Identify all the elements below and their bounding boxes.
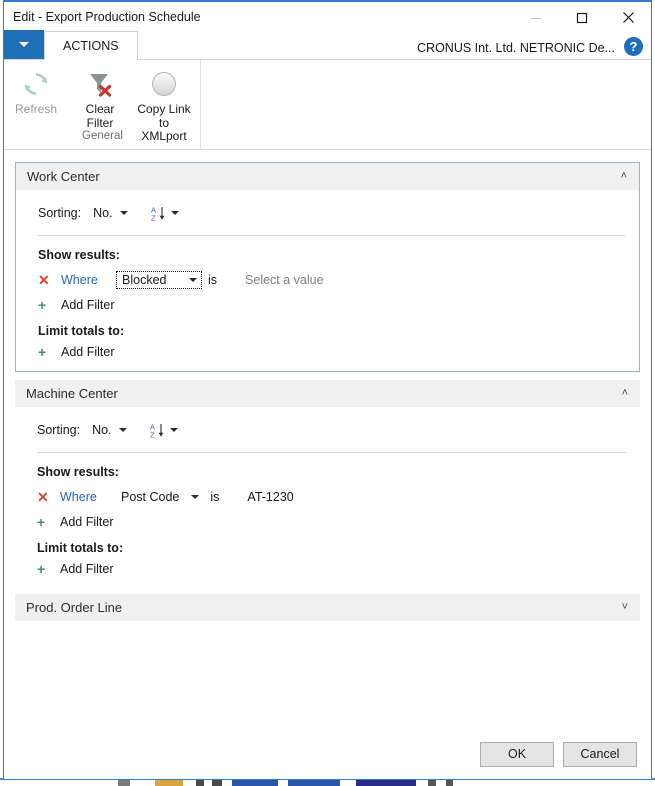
refresh-icon xyxy=(21,67,51,101)
section-title: Machine Center xyxy=(26,386,118,401)
svg-text:Z: Z xyxy=(150,430,155,439)
chevron-down-icon xyxy=(191,495,200,499)
section-title: Prod. Order Line xyxy=(26,600,123,615)
chevron-down-icon xyxy=(189,278,197,282)
chevron-down-icon xyxy=(170,211,179,215)
filter-conjunction[interactable]: Where xyxy=(61,273,117,287)
section-work-center: Work Center ˄ Sorting: No. A Z Show resu… xyxy=(15,162,640,372)
minimize-icon xyxy=(531,17,541,19)
plus-icon: + xyxy=(38,297,47,313)
sorting-field-value: No. xyxy=(92,423,112,437)
sorting-row: Sorting: No. A Z xyxy=(16,202,639,224)
plus-icon: + xyxy=(37,514,46,530)
application-menu-button[interactable] xyxy=(4,30,44,59)
section-body-work-center: Sorting: No. A Z Show results: ✕ Where B… xyxy=(16,190,639,371)
chevron-down-icon xyxy=(19,42,29,47)
maximize-button[interactable] xyxy=(559,2,605,33)
help-icon[interactable]: ? xyxy=(624,37,643,56)
filter-field-value: Blocked xyxy=(122,273,167,287)
divider xyxy=(38,235,625,236)
add-filter-label: Add Filter xyxy=(60,515,114,529)
ribbon: Refresh Clear Filter Copy Link to XMLpor… xyxy=(4,60,651,150)
add-filter-show-results[interactable]: + Add Filter xyxy=(16,298,639,312)
ribbon-tab-strip: ACTIONS CRONUS Int. Ltd. NETRONIC De... … xyxy=(4,30,651,60)
ribbon-group-general: Refresh Clear Filter Copy Link to XMLpor… xyxy=(4,60,201,149)
section-header-machine-center[interactable]: Machine Center ˄ xyxy=(15,380,640,407)
filter-value-input[interactable]: Select a value xyxy=(245,273,324,287)
company-name-label: CRONUS Int. Ltd. NETRONIC De... xyxy=(417,41,615,55)
filter-field-dropdown[interactable]: Blocked xyxy=(116,271,202,289)
ok-button[interactable]: OK xyxy=(480,741,554,767)
refresh-label: Refresh xyxy=(14,102,58,116)
chevron-down-icon xyxy=(169,428,178,432)
chevron-up-icon[interactable]: ˄ xyxy=(622,388,630,399)
filter-row: ✕ Where Blocked is Select a value xyxy=(16,269,639,291)
filter-row: ✕ Where Post Code is AT-1230 xyxy=(15,486,640,508)
clear-filter-label-line1: Clear xyxy=(85,102,115,116)
dialog-window: Edit - Export Production Schedule ACTION… xyxy=(3,0,652,780)
maximize-icon xyxy=(576,12,588,23)
close-button[interactable] xyxy=(605,2,651,33)
filter-field-dropdown[interactable]: Post Code xyxy=(116,489,203,505)
section-body-machine-center: Sorting: No. A Z Show results: ✕ Where P… xyxy=(15,407,640,588)
show-results-label: Show results: xyxy=(37,465,119,479)
add-filter-limit-totals[interactable]: + Add Filter xyxy=(15,562,640,576)
close-icon xyxy=(622,12,634,23)
show-results-label: Show results: xyxy=(38,248,120,262)
limit-totals-label: Limit totals to: xyxy=(37,541,124,555)
copy-link-icon xyxy=(149,67,179,101)
clear-filter-icon xyxy=(85,67,115,101)
copy-link-label-line1: Copy Link to xyxy=(137,102,191,130)
filter-pane: Work Center ˄ Sorting: No. A Z Show resu… xyxy=(4,150,651,729)
chevron-down-icon xyxy=(119,211,128,215)
sort-direction-button[interactable]: A Z xyxy=(149,422,178,439)
filter-field-value: Post Code xyxy=(121,490,180,504)
remove-filter-icon[interactable]: ✕ xyxy=(37,490,52,504)
ribbon-items: Refresh Clear Filter Copy Link to XMLpor… xyxy=(4,65,200,143)
chevron-down-icon[interactable]: ˅ xyxy=(622,602,630,613)
title-bar: Edit - Export Production Schedule xyxy=(4,0,651,31)
filter-operator: is xyxy=(210,490,220,504)
sorting-label: Sorting: xyxy=(38,206,82,220)
divider xyxy=(37,452,626,453)
clear-filter-button[interactable]: Clear Filter xyxy=(68,65,132,130)
window-controls xyxy=(513,2,651,33)
window-title: Edit - Export Production Schedule xyxy=(13,9,201,24)
clear-filter-label-line2: Filter xyxy=(86,115,114,130)
minimize-button[interactable] xyxy=(513,2,559,33)
section-machine-center: Machine Center ˄ Sorting: No. A Z Show r… xyxy=(15,380,640,588)
sorting-row: Sorting: No. A Z xyxy=(15,419,640,441)
dialog-footer: OK Cancel xyxy=(4,729,651,779)
section-header-work-center[interactable]: Work Center ˄ xyxy=(16,163,639,190)
filter-operator: is xyxy=(208,273,218,287)
svg-text:Z: Z xyxy=(151,213,156,222)
section-prod-order-line: Prod. Order Line ˅ xyxy=(15,594,640,621)
sort-ascending-icon: A Z xyxy=(150,422,163,439)
add-filter-show-results[interactable]: + Add Filter xyxy=(15,515,640,529)
sorting-field-dropdown[interactable]: No. xyxy=(92,423,127,437)
sort-direction-button[interactable]: A Z xyxy=(150,205,179,222)
refresh-button[interactable]: Refresh xyxy=(4,65,68,117)
sorting-label: Sorting: xyxy=(37,423,81,437)
section-header-prod-order-line[interactable]: Prod. Order Line ˅ xyxy=(15,594,640,621)
chevron-up-icon[interactable]: ˄ xyxy=(621,171,629,182)
cancel-button[interactable]: Cancel xyxy=(563,741,637,767)
plus-icon: + xyxy=(37,561,46,577)
plus-icon: + xyxy=(38,344,47,360)
tab-actions[interactable]: ACTIONS xyxy=(44,31,138,60)
add-filter-limit-totals[interactable]: + Add Filter xyxy=(16,345,639,359)
sorting-field-value: No. xyxy=(93,206,113,220)
add-filter-label: Add Filter xyxy=(61,345,115,359)
filter-conjunction[interactable]: Where xyxy=(60,490,116,504)
limit-totals-label: Limit totals to: xyxy=(38,324,125,338)
remove-filter-icon[interactable]: ✕ xyxy=(38,273,53,287)
sorting-field-dropdown[interactable]: No. xyxy=(93,206,128,220)
filter-value-input[interactable]: AT-1230 xyxy=(247,490,293,504)
add-filter-label: Add Filter xyxy=(60,562,114,576)
add-filter-label: Add Filter xyxy=(61,298,115,312)
sort-ascending-icon: A Z xyxy=(151,205,164,222)
chevron-down-icon xyxy=(118,428,127,432)
ribbon-group-label: General xyxy=(82,130,123,142)
section-title: Work Center xyxy=(27,169,100,184)
